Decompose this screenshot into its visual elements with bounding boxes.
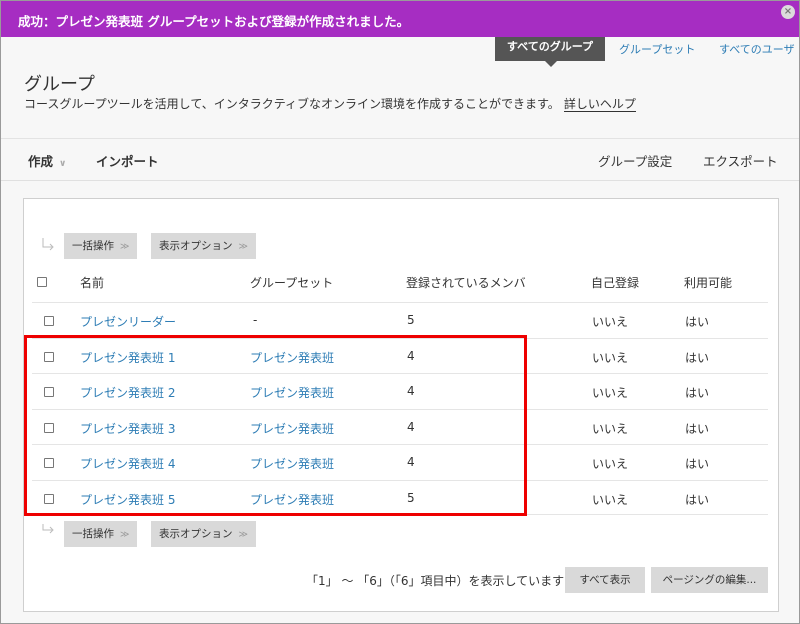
create-menu[interactable]: 作成 ∨ [28,151,66,170]
edit-paging-button[interactable]: ページングの編集... [651,567,768,593]
page-title: グループ [24,74,95,95]
display-options-button[interactable]: 表示オプション ≫ [151,233,256,259]
bulk-action-label: 一括操作 [72,528,114,540]
table-row: プレゼン発表班 4 プレゼン発表班 4 いいえ はい [32,444,768,479]
tab-groupsets[interactable]: グループセット [619,41,695,57]
header-members[interactable]: 登録されているメンバ [406,274,526,291]
available-cell: はい [685,422,710,436]
table-row: プレゼン発表班 1 プレゼン発表班 4 いいえ はい [32,338,768,373]
members-cell: 5 [407,491,415,505]
chevron-double-down-icon: ≫ [238,530,248,540]
groupset-link[interactable]: プレゼン発表班 [250,455,334,472]
groupset-cell: - [253,313,258,327]
paging-summary: 「1」 〜 「6」（「6」項目中）を表示しています [306,574,565,588]
header-available[interactable]: 利用可能 [684,274,732,291]
members-cell: 4 [407,384,415,398]
chevron-down-icon: ∨ [59,159,67,169]
groupset-link[interactable]: プレゼン発表班 [250,491,334,508]
table-row: プレゼンリーダー - 5 いいえ はい [32,302,768,337]
members-cell: 4 [407,420,415,434]
self-enroll-cell: いいえ [592,493,629,507]
display-options-label: 表示オプション [159,528,233,540]
self-enroll-cell: いいえ [592,386,629,400]
row-checkbox[interactable] [44,316,54,326]
members-cell: 4 [407,455,415,469]
create-label: 作成 [28,154,54,169]
available-cell: はい [685,315,710,329]
page-description: コースグループツールを活用して、インタラクティブなオンライン環境を作成することが… [24,95,636,112]
header-name[interactable]: 名前 [80,274,104,291]
available-cell: はい [685,351,710,365]
bulk-action-button[interactable]: 一括操作 ≫ [64,233,138,259]
group-name-link[interactable]: プレゼン発表班 2 [80,384,175,401]
groupset-link[interactable]: プレゼン発表班 [250,420,334,437]
group-name-link[interactable]: プレゼン発表班 5 [80,491,175,508]
group-name-link[interactable]: プレゼン発表班 1 [80,349,175,366]
tab-all-users[interactable]: すべてのユーザ [719,41,795,57]
available-cell: はい [685,457,710,471]
success-message: 成功：プレゼン発表班 グループセットおよび登録が作成されました。 [18,14,410,29]
self-enroll-cell: いいえ [592,457,629,471]
tab-all-groups[interactable]: すべてのグループ [495,37,605,67]
bulk-arrow-icon [42,238,54,251]
export-button[interactable]: エクスポート [703,151,778,170]
groupset-link[interactable]: プレゼン発表班 [250,384,334,401]
self-enroll-cell: いいえ [592,422,629,436]
bulk-action-label: 一括操作 [72,240,114,252]
header-self-enroll[interactable]: 自己登録 [591,274,639,291]
chevron-double-down-icon: ≫ [120,242,130,252]
display-options-label: 表示オプション [159,240,233,252]
success-banner: 成功：プレゼン発表班 グループセットおよび登録が作成されました。 × [1,1,799,37]
group-name-link[interactable]: プレゼン発表班 4 [80,455,175,472]
row-checkbox[interactable] [44,352,54,362]
available-cell: はい [685,493,710,507]
bulk-action-button[interactable]: 一括操作 ≫ [64,521,138,547]
members-cell: 5 [407,313,415,327]
action-bar: 作成 ∨ インポート グループ設定 エクスポート [1,139,799,181]
close-icon[interactable]: × [781,5,795,19]
groupset-link[interactable]: プレゼン発表班 [250,349,334,366]
groups-panel: 一括操作 ≫ 表示オプション ≫ 名前 グループセット 登録されているメンバ 自己登… [23,198,779,612]
top-tabs: すべてのグループ グループセット すべてのユーザ [0,37,800,67]
group-settings-button[interactable]: グループ設定 [598,151,672,170]
self-enroll-cell: いいえ [592,315,629,329]
display-options-button[interactable]: 表示オプション ≫ [151,521,256,547]
table-row: プレゼン発表班 2 プレゼン発表班 4 いいえ はい [32,373,768,408]
row-checkbox[interactable] [44,387,54,397]
table-row: プレゼン発表班 3 プレゼン発表班 4 いいえ はい [32,409,768,444]
group-name-link[interactable]: プレゼン発表班 3 [80,420,175,437]
group-name-link[interactable]: プレゼンリーダー [80,313,176,330]
bulk-arrow-icon [42,524,54,534]
row-checkbox[interactable] [44,458,54,468]
help-link[interactable]: 詳しいヘルプ [563,97,636,112]
members-cell: 4 [407,349,415,363]
import-button[interactable]: インポート [96,151,159,170]
table-row: プレゼン発表班 5 プレゼン発表班 5 いいえ はい [32,480,768,515]
header-groupset[interactable]: グループセット [250,274,333,291]
select-all-checkbox[interactable] [37,277,47,287]
description-text: コースグループツールを活用して、インタラクティブなオンライン環境を作成することが… [24,97,560,111]
available-cell: はい [685,386,710,400]
chevron-double-down-icon: ≫ [120,530,130,540]
chevron-double-down-icon: ≫ [238,242,248,252]
row-checkbox[interactable] [44,423,54,433]
self-enroll-cell: いいえ [592,351,629,365]
row-checkbox[interactable] [44,494,54,504]
show-all-button[interactable]: すべて表示 [565,567,645,593]
